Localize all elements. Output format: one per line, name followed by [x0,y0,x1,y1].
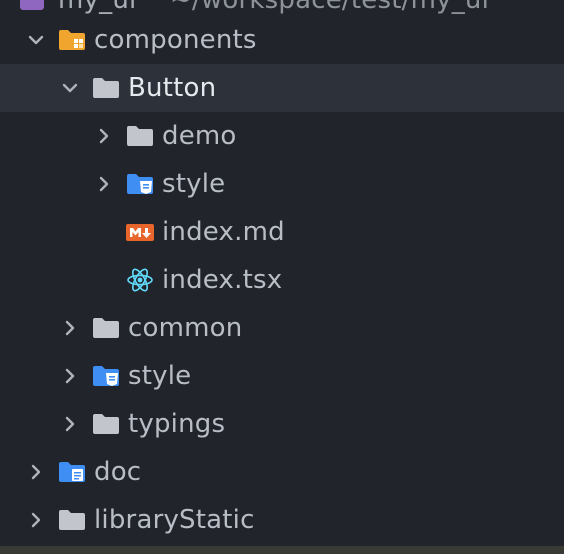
folder-icon [92,316,120,340]
status-bar-edge [0,546,564,554]
tree-item-label: common [128,313,243,343]
css-folder-icon [126,172,154,196]
tree-root-path: ~/workspace/test/my_ui [170,0,490,15]
tree-item-label: Button [128,73,217,103]
tree-item-style[interactable]: style [0,352,564,400]
folder-icon [92,76,120,100]
markdown-icon [126,220,154,244]
folder-icon [58,508,86,532]
tree-item-demo[interactable]: demo [0,112,564,160]
chevron-right-icon[interactable] [26,462,46,482]
react-icon [126,268,154,292]
tree-item-label: index.tsx [162,265,283,295]
components-folder-icon [58,28,86,52]
tree-item-label: doc [94,457,142,487]
tree-item-label: style [162,169,226,199]
tree-item-typings[interactable]: typings [0,400,564,448]
chevron-down-icon[interactable] [60,78,80,98]
project-icon [18,0,46,12]
doc-folder-icon [58,460,86,484]
chevron-right-icon[interactable] [26,510,46,530]
tree-item-index-tsx[interactable]: index.tsx [0,256,564,304]
tree-item-components[interactable]: components [0,16,564,64]
chevron-right-icon[interactable] [94,126,114,146]
folder-icon [92,412,120,436]
folder-icon [126,124,154,148]
tree-item-label: components [94,25,257,55]
chevron-right-icon[interactable] [94,174,114,194]
chevron-right-icon[interactable] [60,366,80,386]
tree-item-label: index.md [162,217,285,247]
file-explorer-tree: my_ui ~/workspace/test/my_ui components [0,0,564,546]
chevron-right-icon[interactable] [60,318,80,338]
tree-root-label: my_ui [58,0,137,15]
tree-item-doc[interactable]: doc [0,448,564,496]
tree-item-index-md[interactable]: index.md [0,208,564,256]
chevron-down-icon[interactable] [26,30,46,50]
tree-item-label: libraryStatic [94,505,255,535]
chevron-right-icon[interactable] [60,414,80,434]
tree-item-label: typings [128,409,226,439]
tree-item-label: style [128,361,192,391]
tree-item-common[interactable]: common [0,304,564,352]
css-folder-icon [92,364,120,388]
tree-item-label: demo [162,121,237,151]
tree-item-button[interactable]: Button [0,64,564,112]
tree-item-librarystatic[interactable]: libraryStatic [0,496,564,544]
tree-item-style-nested[interactable]: style [0,160,564,208]
